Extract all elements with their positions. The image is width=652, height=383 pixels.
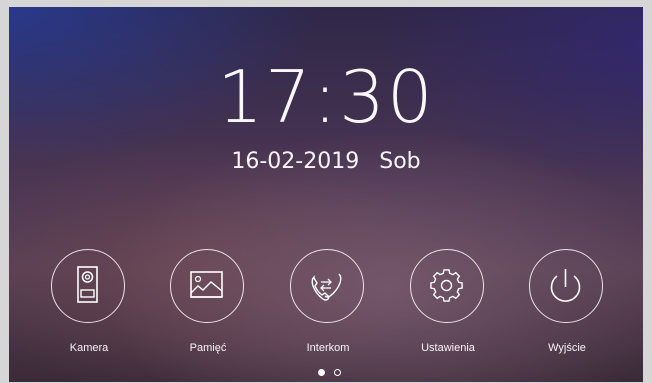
menu-item-pamiec[interactable]: Pamięć: [158, 249, 258, 361]
door-camera-icon: [77, 266, 98, 303]
menu-item-wyjscie[interactable]: Wyjście: [517, 249, 617, 361]
pamiec-button[interactable]: [170, 249, 244, 323]
clock-date-line: 16-02-2019 Sob: [9, 148, 643, 176]
clock-time: 17:30: [217, 55, 435, 139]
power-icon: [550, 269, 581, 302]
ustawienia-button[interactable]: [410, 249, 484, 323]
clock-date: 16-02-2019: [231, 149, 360, 174]
page-dot-active[interactable]: [318, 369, 325, 376]
picture-icon: [190, 271, 223, 298]
menu-item-kamera[interactable]: Kamera: [39, 249, 139, 361]
kamera-button[interactable]: [51, 249, 125, 323]
page-dot-inactive[interactable]: [334, 369, 341, 376]
gear-icon: [430, 269, 463, 302]
device-bezel: 17:30 16-02-2019 Sob Kamera Pamięć Inter…: [0, 0, 652, 383]
wyjscie-button[interactable]: [529, 249, 603, 323]
menu-label: Interkom: [306, 342, 350, 354]
menu-label: Pamięć: [189, 342, 227, 354]
menu-label: Wyjście: [548, 342, 586, 354]
intercom-icon: [311, 273, 342, 301]
home-screen: 17:30 16-02-2019 Sob Kamera Pamięć Inter…: [9, 7, 643, 382]
menu-item-interkom[interactable]: Interkom: [278, 249, 378, 361]
menu-label: Ustawienia: [421, 342, 475, 354]
interkom-button[interactable]: [290, 249, 364, 323]
menu-item-ustawienia[interactable]: Ustawienia: [398, 249, 498, 361]
clock-weekday: Sob: [379, 149, 421, 174]
menu-label: Kamera: [69, 342, 109, 354]
